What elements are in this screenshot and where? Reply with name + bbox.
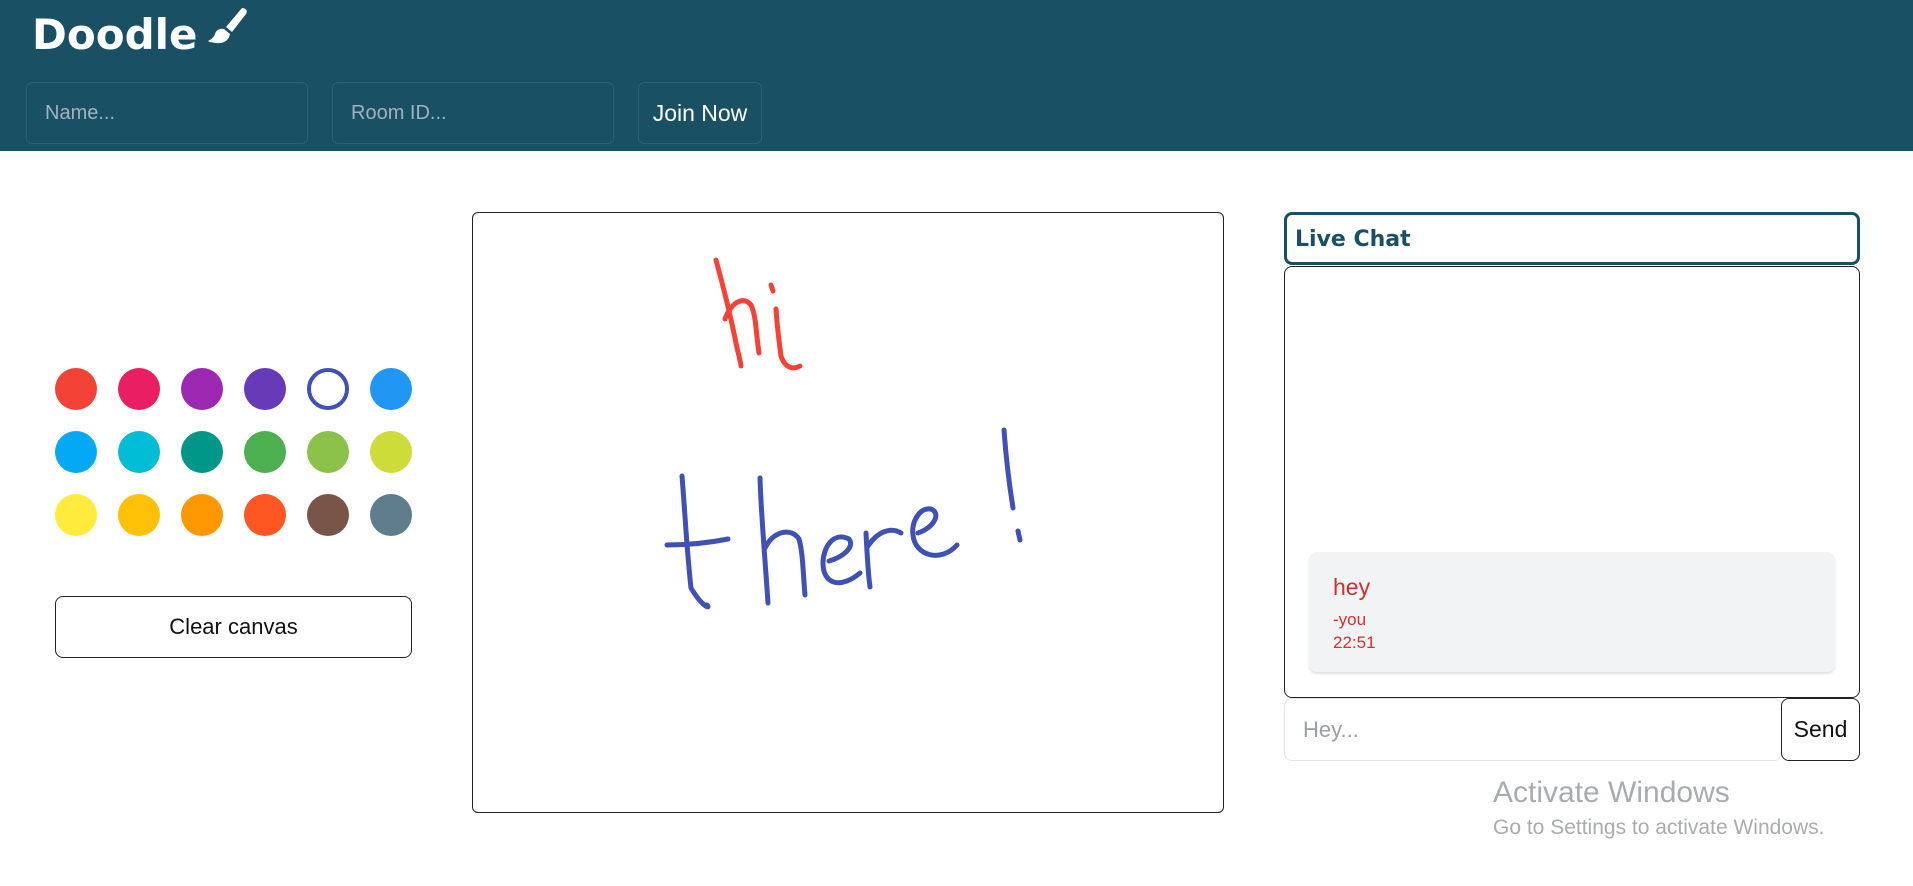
color-swatch[interactable] — [244, 368, 286, 410]
activate-windows-title: Activate Windows — [1493, 776, 1730, 809]
color-swatch[interactable] — [118, 494, 160, 536]
drawing-canvas[interactable] — [472, 212, 1224, 813]
color-swatch[interactable] — [55, 431, 97, 473]
color-swatch[interactable] — [307, 431, 349, 473]
color-swatch[interactable] — [244, 494, 286, 536]
brand: Doodle — [32, 7, 250, 59]
color-swatch[interactable] — [55, 494, 97, 536]
chat-message-list[interactable]: hey -you 22:51 — [1284, 266, 1860, 698]
stroke-e2 — [910, 506, 960, 558]
color-swatch[interactable] — [181, 494, 223, 536]
live-chat-title: Live Chat — [1295, 227, 1411, 252]
join-now-button[interactable]: Join Now — [638, 82, 762, 144]
stroke-e1 — [820, 534, 863, 586]
stroke-h2-arch — [762, 529, 808, 598]
message-time: 22:51 — [1333, 633, 1376, 652]
stroke-i — [773, 306, 803, 371]
color-swatch[interactable] — [307, 368, 349, 410]
drawing-strokes — [664, 257, 1023, 610]
color-swatch[interactable] — [181, 368, 223, 410]
message-text: hey — [1333, 574, 1371, 600]
stroke-exclaim — [1001, 427, 1016, 511]
top-header: Doodle Join Now — [0, 0, 1913, 151]
color-swatch[interactable] — [118, 368, 160, 410]
stroke-r-hook — [865, 527, 904, 549]
clear-canvas-button[interactable]: Clear canvas — [55, 596, 412, 658]
name-input[interactable] — [26, 82, 308, 144]
color-swatch[interactable] — [370, 431, 412, 473]
stroke-i-dot — [768, 282, 776, 294]
activate-windows-subtitle: Go to Settings to activate Windows. — [1493, 816, 1825, 839]
color-swatch[interactable] — [370, 494, 412, 536]
chat-message-input[interactable] — [1284, 698, 1782, 761]
stroke-t1-bar — [664, 536, 731, 548]
color-swatch[interactable] — [55, 368, 97, 410]
live-chat-header: Live Chat — [1284, 212, 1860, 265]
chat-message: hey -you 22:51 — [1309, 552, 1835, 672]
stroke-exclaim-dot — [1015, 528, 1023, 543]
paintbrush-icon — [207, 7, 247, 43]
room-id-input[interactable] — [332, 82, 614, 144]
color-swatch[interactable] — [370, 368, 412, 410]
color-swatch[interactable] — [244, 431, 286, 473]
color-swatch[interactable] — [181, 431, 223, 473]
color-swatch[interactable] — [118, 431, 160, 473]
app-title: Doodle — [32, 10, 198, 59]
send-button[interactable]: Send — [1781, 698, 1860, 761]
message-author: -you — [1333, 610, 1367, 629]
color-swatch[interactable] — [307, 494, 349, 536]
